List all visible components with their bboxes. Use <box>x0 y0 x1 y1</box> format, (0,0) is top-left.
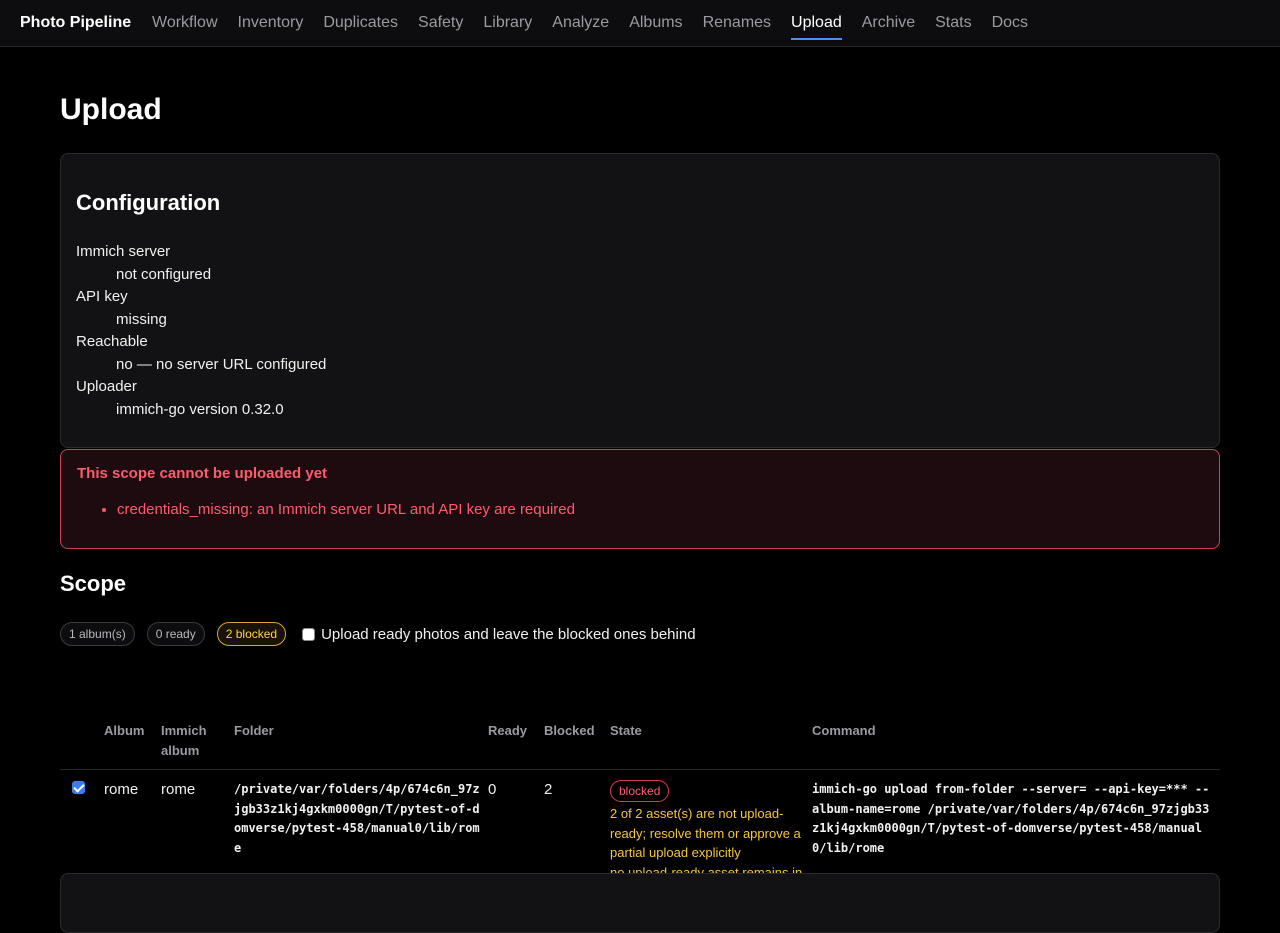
configuration-list: Immich server not configured API key mis… <box>76 241 326 421</box>
partial-upload-label: Upload ready photos and leave the blocke… <box>321 625 696 643</box>
nav-link-analyze[interactable]: Analyze <box>552 14 609 40</box>
next-card <box>60 873 1220 933</box>
nav-link-stats[interactable]: Stats <box>935 14 971 40</box>
col-select <box>60 713 104 770</box>
config-term-api-key: API key <box>76 288 128 305</box>
ready-count-badge: 0 ready <box>146 622 205 646</box>
nav-link-upload[interactable]: Upload <box>791 14 842 40</box>
config-value-reachable: no — no server URL configured <box>116 355 327 373</box>
config-value-immich-server: not configured <box>116 265 212 283</box>
row-select-checkbox[interactable] <box>72 781 85 794</box>
alert-item: credentials_missing: an Immich server UR… <box>117 501 575 518</box>
blocked-count-badge: 2 blocked <box>216 622 287 646</box>
partial-upload-checkbox[interactable] <box>302 627 316 641</box>
col-blocked: Blocked <box>544 713 610 770</box>
nav-link-safety[interactable]: Safety <box>418 14 463 40</box>
nav-link-albums[interactable]: Albums <box>629 14 682 40</box>
upload-blocked-alert: This scope cannot be uploaded yet creden… <box>60 449 1220 549</box>
nav-link-library[interactable]: Library <box>483 14 532 40</box>
col-immich-album: Immich album <box>161 713 234 770</box>
alert-title: This scope cannot be uploaded yet <box>77 465 328 482</box>
state-message: 2 of 2 asset(s) are not upload-ready; re… <box>610 806 801 860</box>
state-badge: blocked <box>610 780 670 802</box>
alert-list: credentials_missing: an Immich server UR… <box>101 501 575 518</box>
col-command: Command <box>812 713 1220 770</box>
config-term-uploader: Uploader <box>76 378 137 395</box>
col-state: State <box>610 713 812 770</box>
partial-upload-option[interactable]: Upload ready photos and leave the blocke… <box>302 625 696 643</box>
top-navigation: Photo Pipeline Workflow Inventory Duplic… <box>0 0 1280 47</box>
config-value-api-key: missing <box>116 310 167 328</box>
nav-links: Workflow Inventory Duplicates Safety Lib… <box>152 14 1028 40</box>
table-header-row: Album Immich album Folder Ready Blocked … <box>60 713 1220 770</box>
nav-link-inventory[interactable]: Inventory <box>238 14 304 40</box>
config-value-uploader: immich-go version 0.32.0 <box>116 400 284 418</box>
config-term-reachable: Reachable <box>76 333 148 350</box>
nav-link-workflow[interactable]: Workflow <box>152 14 218 40</box>
page-title: Upload <box>60 93 162 126</box>
brand-title[interactable]: Photo Pipeline <box>20 14 131 32</box>
config-term-immich-server: Immich server <box>76 243 171 260</box>
scope-title: Scope <box>60 571 127 596</box>
nav-link-archive[interactable]: Archive <box>862 14 915 40</box>
nav-link-docs[interactable]: Docs <box>992 14 1028 40</box>
col-ready: Ready <box>488 713 544 770</box>
albums-count-badge: 1 album(s) <box>60 622 135 646</box>
nav-link-duplicates[interactable]: Duplicates <box>323 14 398 40</box>
configuration-title: Configuration <box>76 190 221 215</box>
col-folder: Folder <box>234 713 488 770</box>
col-album: Album <box>104 713 161 770</box>
configuration-card: Configuration Immich server not configur… <box>60 153 1220 448</box>
scope-summary: 1 album(s) 0 ready 2 blocked Upload read… <box>60 622 696 646</box>
nav-link-renames[interactable]: Renames <box>703 14 771 40</box>
